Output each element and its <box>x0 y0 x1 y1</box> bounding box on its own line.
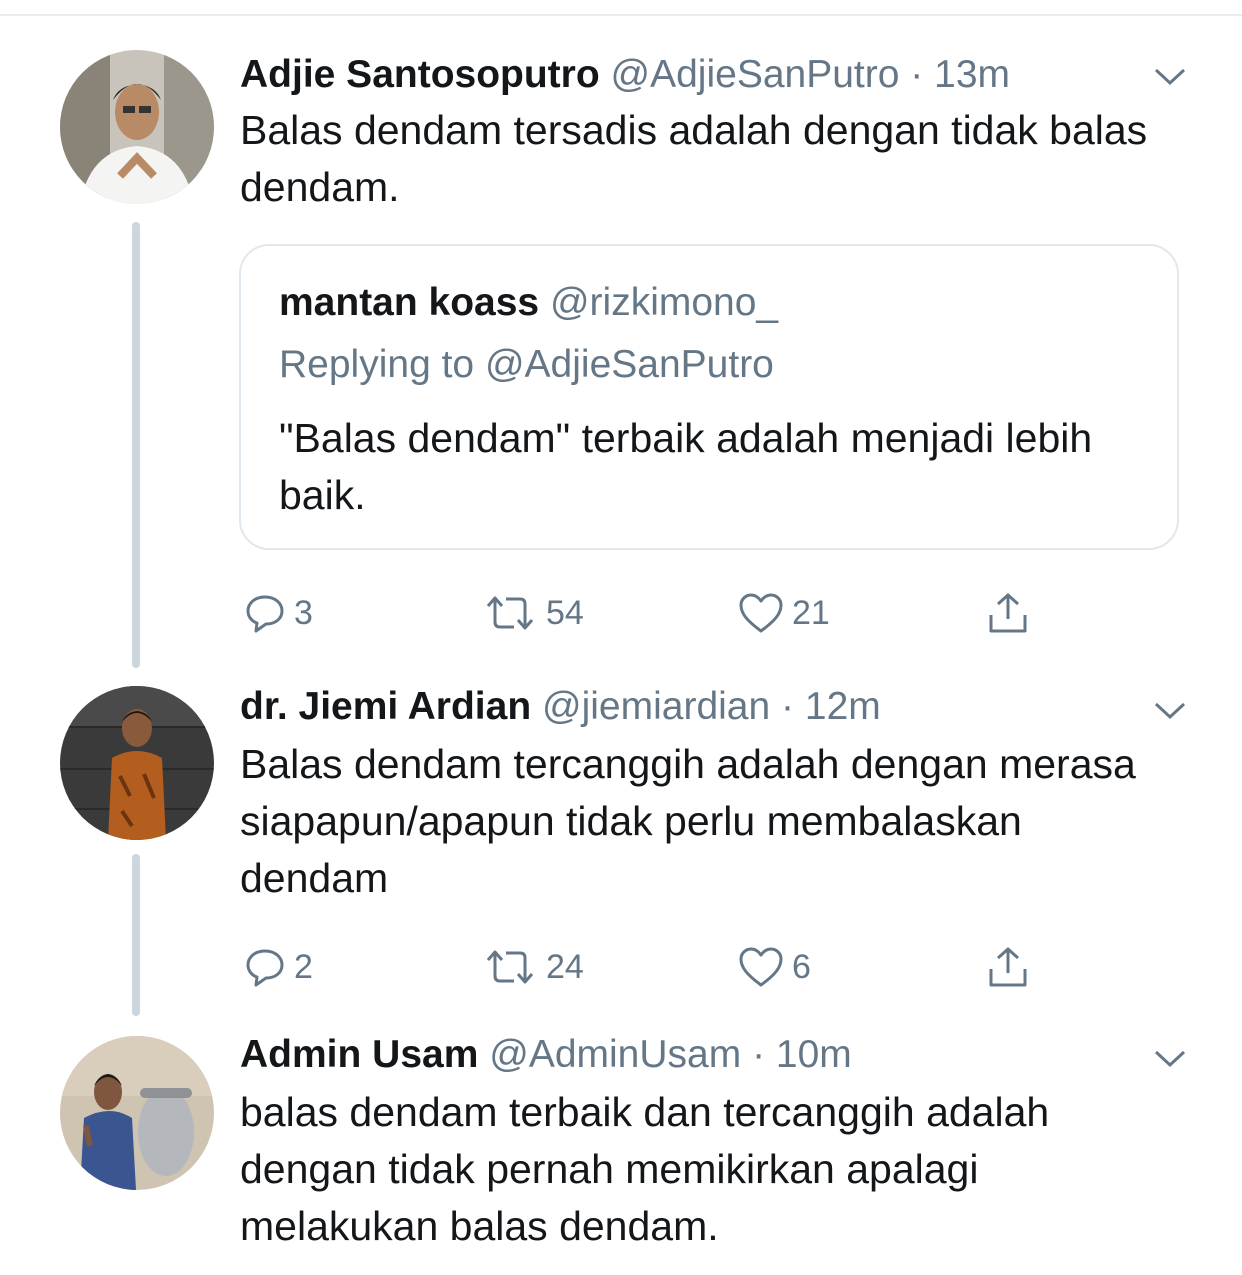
retweet-button[interactable]: 54 <box>482 588 584 638</box>
retweet-count: 24 <box>546 947 584 986</box>
like-icon <box>739 593 783 633</box>
timestamp[interactable]: 12m <box>805 685 881 728</box>
tweet-text: Balas dendam tersadis adalah dengan tida… <box>240 107 1148 210</box>
retweet-icon <box>486 596 534 630</box>
like-count: 21 <box>792 593 830 632</box>
user-handle[interactable]: @AdminUsam <box>489 1033 741 1076</box>
user-handle[interactable]: @AdjieSanPutro <box>611 53 900 96</box>
quoted-display-name: mantan koass <box>279 281 540 324</box>
quoted-header: mantan koass @rizkimono_ <box>279 278 778 328</box>
separator-dot: · <box>910 53 924 96</box>
separator-dot: · <box>752 1033 766 1076</box>
tweet-header: dr. Jiemi Ardian @jiemiardian · 12m <box>240 682 881 732</box>
timestamp[interactable]: 10m <box>776 1033 852 1076</box>
quoted-handle: @rizkimono_ <box>549 281 779 324</box>
avatar[interactable] <box>60 1036 214 1190</box>
like-count: 6 <box>792 947 811 986</box>
like-icon <box>739 947 783 987</box>
quoted-text: "Balas dendam" terbaik adalah menjadi le… <box>279 415 1093 518</box>
share-button[interactable] <box>986 588 1030 638</box>
reply-button[interactable]: 3 <box>244 588 313 638</box>
chevron-down-icon[interactable] <box>1152 64 1188 88</box>
display-name[interactable]: dr. Jiemi Ardian <box>240 685 531 728</box>
like-button[interactable]: 6 <box>738 942 811 992</box>
reply-icon <box>246 595 284 633</box>
tweet-header: Adjie Santosoputro @AdjieSanPutro · 13m <box>240 50 1010 100</box>
share-button[interactable] <box>986 942 1030 992</box>
tweet-text: Balas dendam tercanggih adalah dengan me… <box>240 741 1136 901</box>
share-icon <box>989 593 1027 633</box>
action-bar: 2 24 6 <box>240 942 1100 992</box>
retweet-icon <box>486 950 534 984</box>
action-bar: 3 54 21 <box>240 588 1100 638</box>
retweet-count: 54 <box>546 593 584 632</box>
reply-icon <box>246 949 284 987</box>
quoted-tweet[interactable]: mantan koass @rizkimono_ Replying to @Ad… <box>239 244 1179 550</box>
user-handle[interactable]: @jiemiardian <box>542 685 770 728</box>
replying-to[interactable]: Replying to @AdjieSanPutro <box>279 340 774 390</box>
share-icon <box>989 947 1027 987</box>
chevron-down-icon[interactable] <box>1152 1046 1188 1070</box>
avatar[interactable] <box>60 50 214 204</box>
thread-line <box>132 222 140 668</box>
display-name[interactable]: Adjie Santosoputro <box>240 53 600 96</box>
separator-dot: · <box>781 685 795 728</box>
reply-count: 2 <box>294 947 313 986</box>
like-button[interactable]: 21 <box>738 588 830 638</box>
chevron-down-icon[interactable] <box>1152 698 1188 722</box>
display-name[interactable]: Admin Usam <box>240 1033 478 1076</box>
timestamp[interactable]: 13m <box>934 53 1010 96</box>
tweet-header: Admin Usam @AdminUsam · 10m <box>240 1030 852 1080</box>
reply-button[interactable]: 2 <box>244 942 313 992</box>
avatar[interactable] <box>60 686 214 840</box>
retweet-button[interactable]: 24 <box>482 942 584 992</box>
tweet-text: balas dendam terbaik dan tercanggih adal… <box>240 1089 1050 1249</box>
thread-line <box>132 854 140 1016</box>
reply-count: 3 <box>294 593 313 632</box>
top-divider <box>0 14 1242 16</box>
